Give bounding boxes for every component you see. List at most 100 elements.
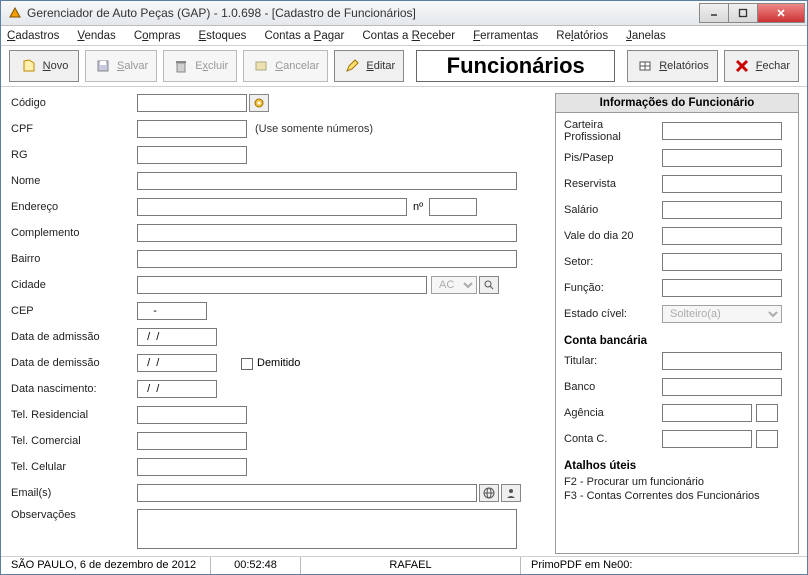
cpf-label: CPF — [9, 123, 137, 135]
tel-com-field[interactable] — [137, 432, 247, 450]
page-title: Funcionários — [416, 50, 615, 82]
close-button[interactable] — [757, 3, 805, 23]
menu-contas-receber[interactable]: Contas a Receber — [362, 30, 455, 42]
cancel-icon — [252, 57, 270, 75]
save-button[interactable]: Salvar — [85, 50, 157, 82]
funcao-field[interactable] — [662, 279, 782, 297]
delete-icon — [172, 57, 190, 75]
conta-field[interactable] — [662, 430, 752, 448]
cep-label: CEP — [9, 305, 137, 317]
close-form-button[interactable]: Fechar — [724, 50, 799, 82]
gear-icon — [253, 97, 265, 109]
menu-janelas[interactable]: Janelas — [626, 30, 666, 42]
menubar: Cadastros Vendas Compras Estoques Contas… — [1, 26, 807, 46]
codigo-field[interactable] — [137, 94, 247, 112]
new-button[interactable]: Novo — [9, 50, 79, 82]
setor-label: Setor: — [562, 256, 662, 268]
rg-field[interactable] — [137, 146, 247, 164]
info-panel: Informações do Funcionário Carteira Prof… — [555, 93, 799, 554]
status-location-date: SÃO PAULO, 6 de dezembro de 2012 — [1, 557, 211, 574]
status-user: RAFAEL — [301, 557, 521, 574]
menu-cadastros[interactable]: Cadastros — [7, 30, 59, 42]
conta-digit-field[interactable] — [756, 430, 778, 448]
report-icon — [636, 57, 654, 75]
funcao-label: Função: — [562, 282, 662, 294]
cidade-field[interactable] — [137, 276, 427, 294]
obs-field[interactable] — [137, 509, 517, 549]
menu-relatorios[interactable]: Relatórios — [556, 30, 608, 42]
maximize-button[interactable] — [728, 3, 758, 23]
reservista-field[interactable] — [662, 175, 782, 193]
endereco-field[interactable] — [137, 198, 407, 216]
carteira-label: Carteira Profissional — [562, 119, 662, 143]
menu-compras[interactable]: Compras — [134, 30, 181, 42]
banco-label: Banco — [562, 381, 662, 393]
search-icon — [484, 280, 494, 290]
complemento-label: Complemento — [9, 227, 137, 239]
vale-field[interactable] — [662, 227, 782, 245]
app-window: Gerenciador de Auto Peças (GAP) - 1.0.69… — [0, 0, 808, 575]
window-controls — [700, 3, 805, 23]
close-icon — [733, 57, 751, 75]
carteira-field[interactable] — [662, 122, 782, 140]
tel-cel-field[interactable] — [137, 458, 247, 476]
estado-civil-select[interactable]: Solteiro(a) — [662, 305, 782, 323]
user-icon — [505, 487, 517, 499]
bairro-label: Bairro — [9, 253, 137, 265]
codigo-label: Código — [9, 97, 137, 109]
menu-ferramentas[interactable]: Ferramentas — [473, 30, 538, 42]
titlebar: Gerenciador de Auto Peças (GAP) - 1.0.69… — [1, 1, 807, 26]
cidade-label: Cidade — [9, 279, 137, 291]
admissao-field[interactable] — [137, 328, 217, 346]
setor-field[interactable] — [662, 253, 782, 271]
admissao-label: Data de admissão — [9, 331, 137, 343]
salario-field[interactable] — [662, 201, 782, 219]
menu-estoques[interactable]: Estoques — [198, 30, 246, 42]
complemento-field[interactable] — [137, 224, 517, 242]
demissao-field[interactable] — [137, 354, 217, 372]
cep-field[interactable] — [137, 302, 207, 320]
reports-button[interactable]: Relatórios — [627, 50, 718, 82]
shortcut-f3: F3 - Contas Correntes dos Funcionários — [564, 490, 792, 502]
tel-cel-label: Tel. Celular — [9, 461, 137, 473]
agencia-field[interactable] — [662, 404, 752, 422]
banco-field[interactable] — [662, 378, 782, 396]
cpf-field[interactable] — [137, 120, 247, 138]
info-panel-header: Informações do Funcionário — [556, 94, 798, 113]
reservista-label: Reservista — [562, 178, 662, 190]
tel-res-field[interactable] — [137, 406, 247, 424]
nome-field[interactable] — [137, 172, 517, 190]
emails-field[interactable] — [137, 484, 477, 502]
bairro-field[interactable] — [137, 250, 517, 268]
endereco-label: Endereço — [9, 201, 137, 213]
agencia-digit-field[interactable] — [756, 404, 778, 422]
menu-contas-pagar[interactable]: Contas a Pagar — [264, 30, 344, 42]
status-printer: PrimoPDF em Ne00: — [521, 557, 807, 574]
numero-field[interactable] — [429, 198, 477, 216]
cancel-button[interactable]: Cancelar — [243, 50, 328, 82]
shortcuts-header: Atalhos úteis — [564, 460, 792, 472]
titular-field[interactable] — [662, 352, 782, 370]
demitido-checkbox[interactable]: Demitido — [241, 357, 300, 369]
numero-label: nº — [413, 201, 423, 213]
menu-vendas[interactable]: Vendas — [77, 30, 115, 42]
save-icon — [94, 57, 112, 75]
cidade-lookup-button[interactable] — [479, 276, 499, 294]
email-globe-button[interactable] — [479, 484, 499, 502]
codigo-lookup-button[interactable] — [249, 94, 269, 112]
uf-select[interactable]: AC — [431, 276, 477, 294]
statusbar: SÃO PAULO, 6 de dezembro de 2012 00:52:4… — [1, 556, 807, 574]
estado-civil-label: Estado cível: — [562, 308, 662, 320]
email-user-button[interactable] — [501, 484, 521, 502]
nascimento-field[interactable] — [137, 380, 217, 398]
agencia-label: Agência — [562, 407, 662, 419]
edit-button[interactable]: Editar — [334, 50, 404, 82]
emails-label: Email(s) — [9, 487, 137, 499]
pis-label: Pis/Pasep — [562, 152, 662, 164]
nascimento-label: Data nascimento: — [9, 383, 137, 395]
new-icon — [20, 57, 38, 75]
minimize-button[interactable] — [699, 3, 729, 23]
pis-field[interactable] — [662, 149, 782, 167]
form-area: Código CPF (Use somente números) RG Nome — [1, 87, 807, 556]
delete-button[interactable]: Excluir — [163, 50, 237, 82]
